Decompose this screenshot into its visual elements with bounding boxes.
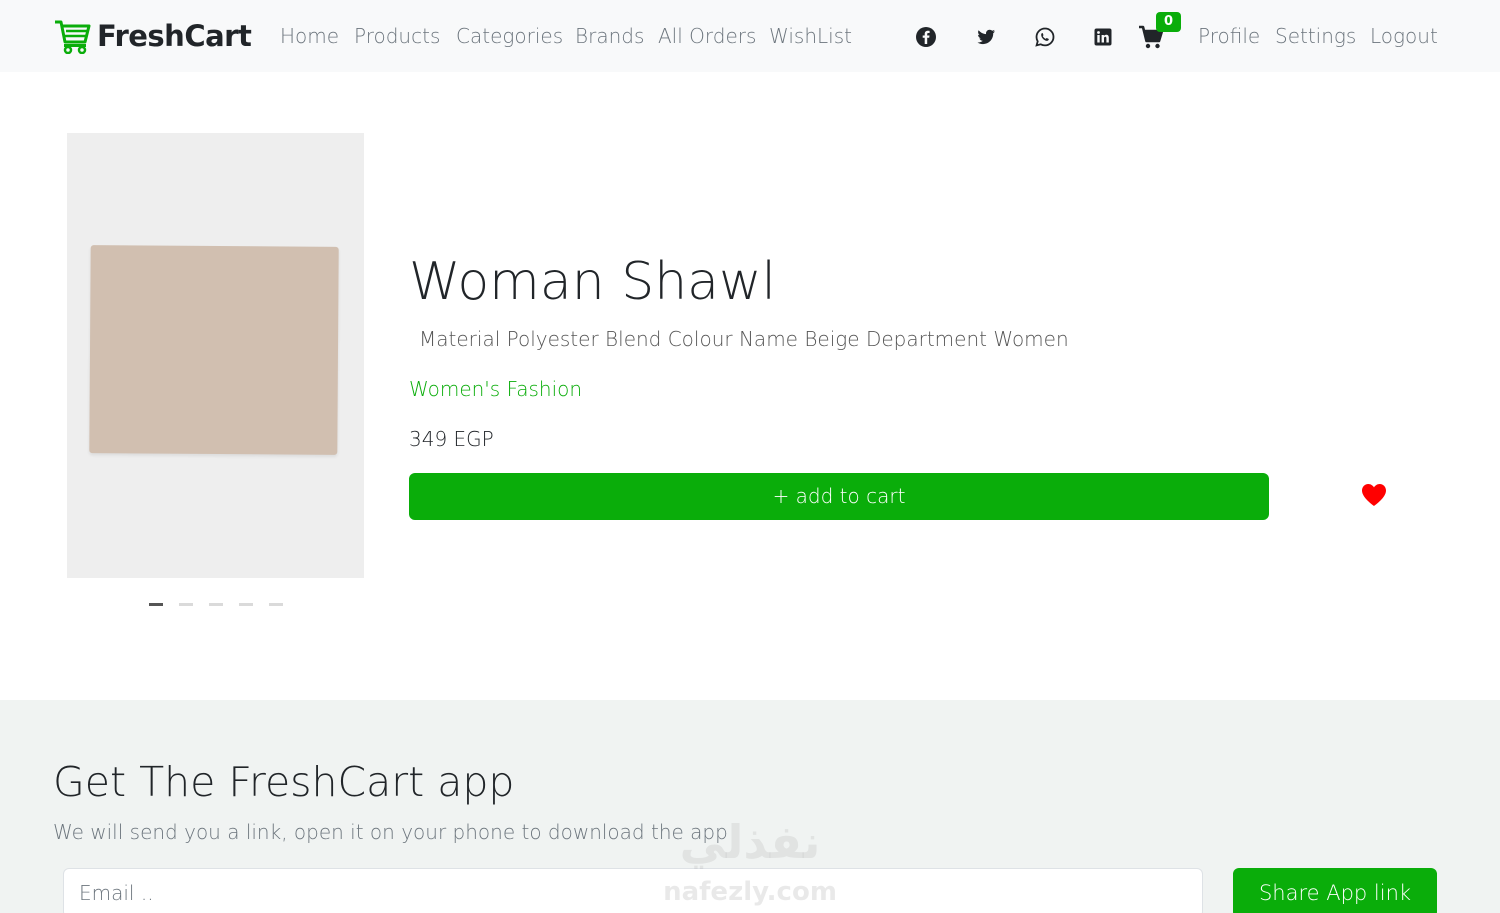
product-price: 349 EGP [409, 427, 494, 451]
carousel-indicators [149, 603, 299, 606]
nav-home[interactable]: Home [280, 24, 339, 48]
facebook-icon[interactable] [915, 26, 937, 48]
nav-logout[interactable]: Logout [1370, 24, 1438, 48]
cart-count-badge: 0 [1156, 12, 1181, 32]
twitter-icon[interactable] [975, 26, 997, 48]
shawl-photo [89, 245, 339, 455]
email-input[interactable] [63, 868, 1203, 913]
carousel-dot[interactable] [149, 603, 163, 606]
nav-profile[interactable]: Profile [1198, 24, 1260, 48]
carousel-dot[interactable] [209, 603, 223, 606]
whatsapp-icon[interactable] [1034, 26, 1056, 48]
carousel-dot[interactable] [179, 603, 193, 606]
linkedin-icon[interactable] [1092, 26, 1114, 48]
brand-name: FreshCart [97, 19, 252, 53]
brand-logo[interactable]: FreshCart [53, 18, 252, 54]
navbar: FreshCart Home Products Categories Brand… [0, 0, 1500, 72]
footer-title: Get The FreshCart app [53, 758, 515, 806]
carousel-dot[interactable] [239, 603, 253, 606]
add-to-cart-button[interactable]: + add to cart [409, 473, 1269, 520]
share-app-link-button[interactable]: Share App link [1233, 868, 1437, 913]
nav-categories[interactable]: Categories [456, 24, 563, 48]
nav-settings[interactable]: Settings [1275, 24, 1356, 48]
product-title: Woman Shawl [409, 252, 776, 312]
nav-products[interactable]: Products [354, 24, 440, 48]
nav-all-orders[interactable]: All Orders [658, 24, 756, 48]
product-category: Women's Fashion [409, 377, 583, 401]
footer-subtitle: We will send you a link, open it on your… [53, 820, 728, 844]
wishlist-heart-icon[interactable] [1360, 482, 1388, 508]
nav-wishlist[interactable]: WishList [769, 24, 852, 48]
nav-brands[interactable]: Brands [575, 24, 644, 48]
shopping-cart-logo-icon [55, 20, 91, 54]
carousel-dot[interactable] [269, 603, 283, 606]
product-image[interactable] [67, 133, 364, 578]
product-description: Material Polyester Blend Colour Name Bei… [419, 327, 1069, 351]
